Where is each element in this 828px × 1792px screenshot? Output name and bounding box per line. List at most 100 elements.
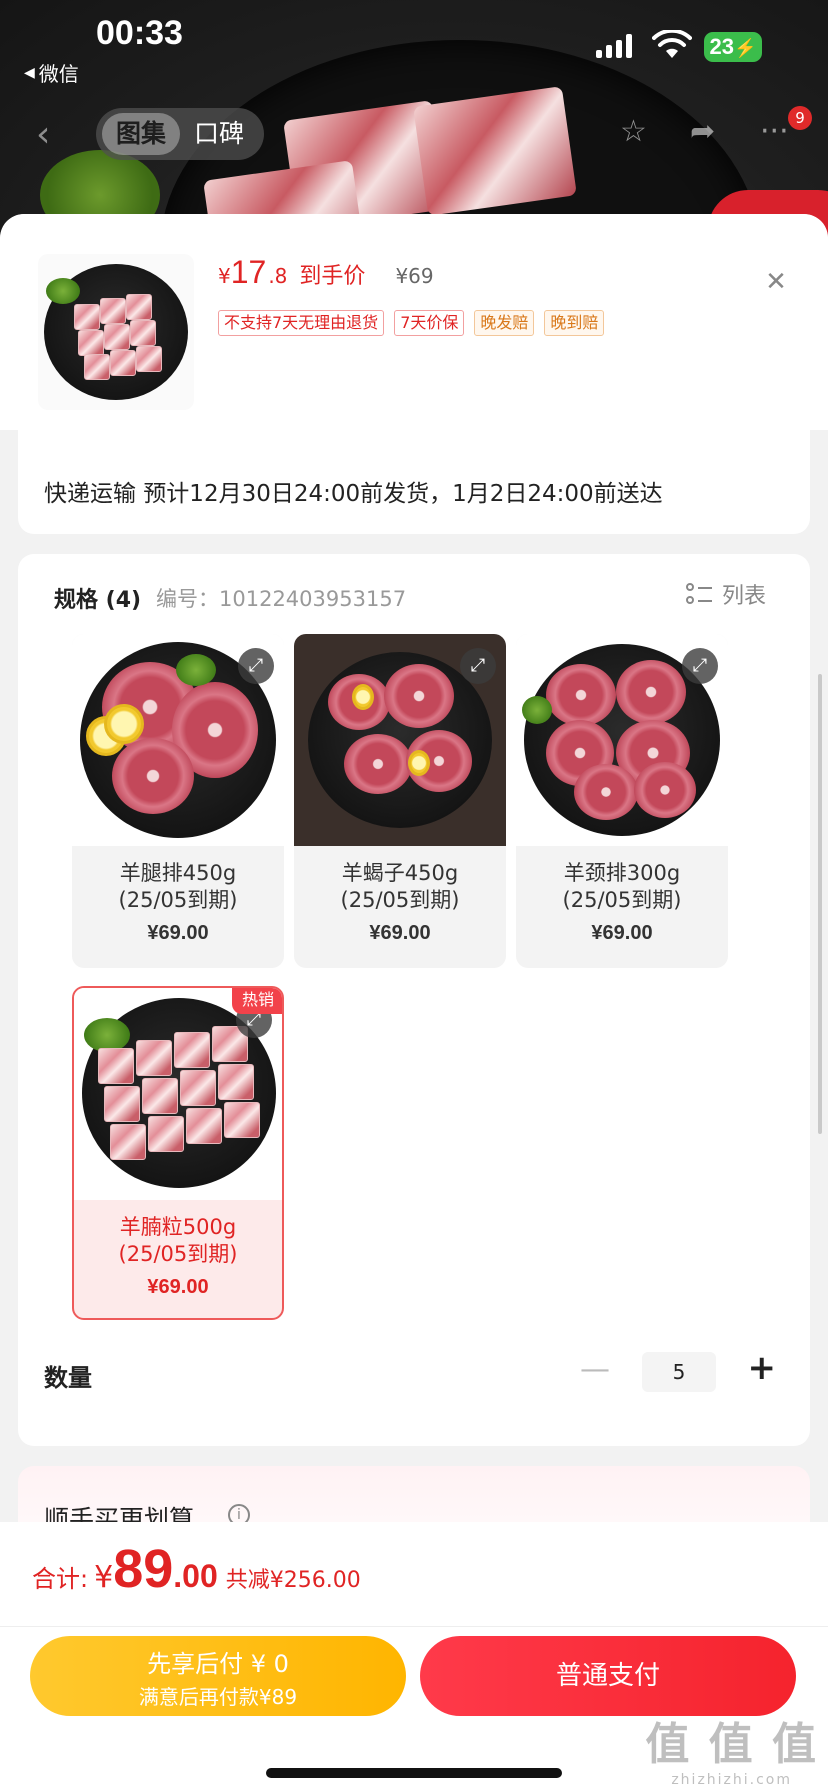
sku-option[interactable]: ⤢ 羊腿排450g (25/05到期) ¥69.00 — [72, 634, 284, 968]
sku-cube — [104, 1086, 140, 1122]
sku-garlic — [352, 684, 374, 710]
tag-no-return: 不支持7天无理由退货 — [218, 310, 385, 336]
sku-meat — [112, 738, 194, 814]
thumb-cube — [78, 330, 104, 356]
pay-later-title: 先享后付 ¥ 0 — [147, 1650, 289, 1678]
more-badge: 9 — [788, 106, 812, 130]
quantity-input[interactable]: 5 — [642, 1352, 716, 1392]
sku-name: 羊腩粒500g — [119, 1215, 237, 1239]
tab-gallery[interactable]: 图集 — [102, 113, 181, 155]
sku-option[interactable]: ⤢ 羊蝎子450g (25/05到期) ¥69.00 — [294, 634, 506, 968]
expand-icon[interactable]: ⤢ — [460, 648, 496, 684]
normal-pay-button[interactable]: 普通支付 — [420, 1636, 796, 1716]
footer-divider — [0, 1626, 828, 1627]
thumb-cube — [84, 354, 110, 380]
shipping-estimate: 快递运输 预计12月30日24:00前发货，1月2日24:00前送达 — [44, 481, 663, 507]
thumb-cube — [126, 294, 152, 320]
sku-price: ¥69.00 — [591, 922, 653, 944]
wifi-icon — [652, 30, 692, 58]
sku-meat — [384, 664, 454, 728]
sku-cube — [136, 1040, 172, 1076]
charging-bolt-icon: ⚡ — [734, 38, 757, 58]
sku-cube — [218, 1064, 254, 1100]
sku-cube — [174, 1032, 210, 1068]
sku-image: ⤢ — [516, 634, 728, 846]
original-price: ¥69 — [395, 264, 434, 288]
sku-name: 羊颈排300g — [563, 861, 681, 885]
sku-cube — [142, 1078, 178, 1114]
product-thumbnail[interactable] — [38, 254, 194, 410]
quantity-decrease-button[interactable]: — — [580, 1352, 610, 1387]
quantity-row: 数量 — 5 + — [44, 1348, 784, 1400]
total-amount-dec: .00 — [173, 1558, 218, 1594]
sku-cube — [110, 1124, 146, 1160]
thumb-cube — [74, 304, 100, 330]
thumb-broccoli — [46, 278, 80, 304]
sku-lemon — [104, 704, 144, 744]
expand-icon[interactable]: ⤢ — [238, 648, 274, 684]
sku-name-block: 羊腿排450g (25/05到期) — [72, 860, 284, 914]
price-label: 到手价 — [299, 264, 366, 289]
sku-broccoli — [522, 696, 552, 724]
product-code: 编号：10122403953157 — [156, 587, 407, 611]
sku-cube — [224, 1102, 260, 1138]
watermark: 值 值 值 zhizhizhi.com — [645, 1708, 818, 1788]
total-currency: ¥ — [94, 1560, 114, 1595]
sku-name: 羊蝎子450g — [341, 861, 459, 885]
home-indicator[interactable] — [266, 1768, 562, 1778]
sku-price: ¥69.00 — [147, 922, 209, 944]
sku-name-block: 羊腩粒500g (25/05到期) — [74, 1214, 282, 1268]
sku-meat — [574, 764, 638, 820]
sku-meat — [634, 762, 696, 818]
sku-image: ⤢ — [294, 634, 506, 846]
sku-cube — [148, 1116, 184, 1152]
sku-expiry: (25/05到期) — [562, 888, 682, 912]
sku-cube — [98, 1048, 134, 1084]
price-int: 17 — [230, 254, 267, 290]
sku-expiry: (25/05到期) — [118, 1242, 238, 1266]
sku-option[interactable]: ⤢ 羊颈排300g (25/05到期) ¥69.00 — [516, 634, 728, 968]
tab-reviews[interactable]: 口碑 — [180, 113, 258, 155]
scrollbar[interactable] — [818, 674, 822, 1134]
sku-garlic — [408, 750, 430, 776]
sku-name-block: 羊颈排300g (25/05到期) — [516, 860, 728, 914]
expand-icon[interactable]: ⤢ — [682, 648, 718, 684]
watermark-url: zhizhizhi.com — [671, 1772, 793, 1788]
thumb-cube — [136, 346, 162, 372]
sku-name: 羊腿排450g — [119, 861, 237, 885]
status-time: 00:33 — [96, 14, 183, 52]
list-view-toggle[interactable]: 列表 — [685, 578, 766, 610]
total-saved: 共减¥256.00 — [225, 1568, 361, 1593]
shipping-card: — 快递运输 预计12月30日24:00前发货，1月2日24:00前送达 — [18, 414, 810, 534]
total-label: 合计: — [32, 1565, 89, 1593]
list-toggle-label: 列表 — [721, 584, 766, 609]
sku-option-selected[interactable]: 热销 ⤢ 羊腩粒500g (25/05到期) ¥69.00 — [72, 986, 284, 1320]
share-icon[interactable]: ➦ — [690, 114, 715, 149]
more-icon[interactable]: ··· — [760, 114, 789, 149]
price-yen: ¥ — [218, 264, 231, 288]
quantity-increase-button[interactable]: + — [748, 1348, 777, 1388]
pay-later-subtitle: 满意后再付款¥89 — [138, 1685, 298, 1709]
pay-later-button[interactable]: 先享后付 ¥ 0 满意后再付款¥89 — [30, 1636, 406, 1716]
back-to-app[interactable]: ◀ 微信 — [24, 58, 79, 87]
spec-card: 规格 (4) 编号：10122403953157 列表 ⤢ 羊腿排450g (2… — [18, 554, 810, 1446]
sku-broccoli — [84, 1018, 130, 1052]
service-tags: 不支持7天无理由退货 7天价保 晚发赔 晚到赔 — [218, 310, 605, 336]
total-row: 合计: ¥ 89 .00 共减¥256.00 — [32, 1538, 361, 1600]
favorite-star-icon[interactable]: ☆ — [620, 114, 647, 149]
product-header: ¥17 .8 到手价 ¥69 不支持7天无理由退货 7天价保 晚发赔 晚到赔 ✕ — [0, 214, 828, 430]
tag-price-protect: 7天价保 — [394, 310, 465, 336]
hot-sale-badge: 热销 — [231, 988, 282, 1014]
back-triangle-icon: ◀ — [24, 64, 35, 81]
sku-name-block: 羊蝎子450g (25/05到期) — [294, 860, 506, 914]
tag-late-ship-comp: 晚发赔 — [474, 310, 535, 336]
thumb-cube — [104, 324, 130, 350]
close-icon[interactable]: ✕ — [758, 264, 794, 300]
list-icon — [685, 581, 714, 607]
spec-title: 规格 (4) — [54, 588, 142, 613]
nav-back-icon[interactable]: ‹ — [36, 114, 50, 155]
price-decimal: .8 — [268, 264, 288, 288]
total-amount-int: 89 — [113, 1539, 174, 1599]
sku-image: ⤢ — [72, 634, 284, 846]
sku-meat — [616, 660, 686, 724]
